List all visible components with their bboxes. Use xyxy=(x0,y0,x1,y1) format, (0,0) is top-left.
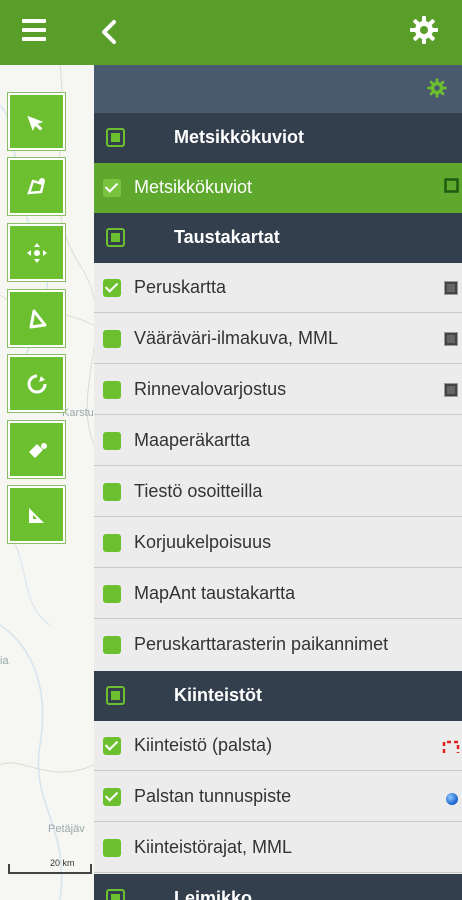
layer-row[interactable]: Metsikkökuviot xyxy=(94,163,462,213)
measure-tool-button[interactable] xyxy=(8,486,65,543)
move-arrows-icon xyxy=(26,242,47,263)
layer-label: Maaperäkartta xyxy=(134,430,251,450)
group-title: Taustakartat xyxy=(174,227,280,247)
layer-label: Palstan tunnuspiste xyxy=(134,786,292,806)
back-arrow-icon[interactable] xyxy=(98,18,126,48)
layer-settings-gear-icon[interactable] xyxy=(426,77,448,99)
layer-panel-header xyxy=(94,65,462,113)
dark-square-legend-icon xyxy=(444,280,458,299)
layer-checkbox[interactable] xyxy=(103,788,121,806)
fill-shape-icon xyxy=(28,442,47,458)
layer-row[interactable]: Rinnevalovarjostus xyxy=(94,365,462,415)
pointer-arrow-icon xyxy=(26,115,43,131)
map-place-label: Petäjäv xyxy=(48,823,85,835)
group-title: Leimikko xyxy=(174,888,253,900)
layer-checkbox[interactable] xyxy=(103,432,121,450)
layer-label: Tiestö osoitteilla xyxy=(134,481,263,501)
layer-row[interactable]: Vääräväri-ilmakuva, MML xyxy=(94,314,462,364)
layer-group-header[interactable]: Kiinteistöt xyxy=(94,671,462,721)
layer-label: Vääräväri-ilmakuva, MML xyxy=(134,328,339,348)
circle-tool-button[interactable] xyxy=(8,355,65,412)
map-place-label: ia xyxy=(0,655,9,667)
layer-checkbox[interactable] xyxy=(103,330,121,348)
layer-row[interactable]: Korjuukelpoisuus xyxy=(94,518,462,568)
group-toggle-icon[interactable] xyxy=(106,128,125,147)
layer-checkbox[interactable] xyxy=(103,636,121,654)
app-toolbar xyxy=(0,0,462,65)
layer-row[interactable]: Kiinteistörajat, MML xyxy=(94,823,462,873)
scale-label: 20 km xyxy=(50,858,75,868)
layer-checkbox[interactable] xyxy=(103,585,121,603)
select-arrow-tool-button[interactable] xyxy=(8,93,65,150)
layer-row[interactable]: MapAnt taustakartta xyxy=(94,569,462,619)
group-toggle-icon[interactable] xyxy=(106,686,125,705)
draw-area-icon xyxy=(26,177,45,194)
layer-label: Metsikkökuviot xyxy=(134,177,253,197)
layer-row[interactable]: Maaperäkartta xyxy=(94,416,462,466)
layer-checkbox[interactable] xyxy=(103,839,121,857)
layer-checkbox[interactable] xyxy=(103,483,121,501)
layer-label: Rinnevalovarjostus xyxy=(134,379,287,399)
red-dashed-boundary-legend-icon xyxy=(442,739,460,758)
polygon-tool-button[interactable] xyxy=(8,290,65,347)
layer-label: MapAnt taustakartta xyxy=(134,583,296,603)
layer-label: Korjuukelpoisuus xyxy=(134,532,272,552)
layer-row[interactable]: Peruskarttarasterin paikannimet xyxy=(94,620,462,670)
layer-group-header[interactable]: Leimikko xyxy=(94,874,462,900)
layer-row[interactable]: Palstan tunnuspiste xyxy=(94,772,462,822)
layer-checkbox[interactable] xyxy=(103,737,121,755)
group-title: Kiinteistöt xyxy=(174,685,262,705)
blue-dot-legend-icon xyxy=(445,791,459,810)
layer-label: Kiinteistörajat, MML xyxy=(134,837,293,857)
move-tool-button[interactable] xyxy=(8,224,65,281)
layer-checkbox[interactable] xyxy=(103,381,121,399)
group-title: Metsikkökuviot xyxy=(174,127,305,147)
layer-checkbox[interactable] xyxy=(103,279,121,297)
layer-group-header[interactable]: Metsikkökuviot xyxy=(94,113,462,163)
polygon-icon xyxy=(29,309,46,328)
settings-gear-icon[interactable] xyxy=(408,14,440,46)
measure-ruler-icon xyxy=(28,507,44,523)
dark-square-legend-icon xyxy=(444,382,458,401)
dark-square-legend-icon xyxy=(444,331,458,350)
layer-panel: Metsikkökuviot Metsikkökuviot Taustakart… xyxy=(94,65,462,900)
map-scale-bar: 20 km xyxy=(8,858,94,876)
group-toggle-icon[interactable] xyxy=(106,889,125,900)
hamburger-menu-icon[interactable] xyxy=(22,16,58,46)
layer-label: Kiinteistö (palsta) xyxy=(134,735,273,755)
layer-group-header[interactable]: Taustakartat xyxy=(94,213,462,263)
group-toggle-icon[interactable] xyxy=(106,228,125,247)
layer-row[interactable]: Tiestö osoitteilla xyxy=(94,467,462,517)
layer-label: Peruskartta xyxy=(134,277,227,297)
layer-checkbox[interactable] xyxy=(103,534,121,552)
layer-row[interactable]: Peruskartta xyxy=(94,263,462,313)
fill-tool-button[interactable] xyxy=(8,421,65,478)
circle-shape-icon xyxy=(27,374,46,393)
layer-row[interactable]: Kiinteistö (palsta) xyxy=(94,721,462,771)
layer-checkbox[interactable] xyxy=(103,179,121,197)
draw-area-tool-button[interactable] xyxy=(8,158,65,215)
layer-label: Peruskarttarasterin paikannimet xyxy=(134,634,389,654)
green-square-legend-icon xyxy=(444,178,460,198)
